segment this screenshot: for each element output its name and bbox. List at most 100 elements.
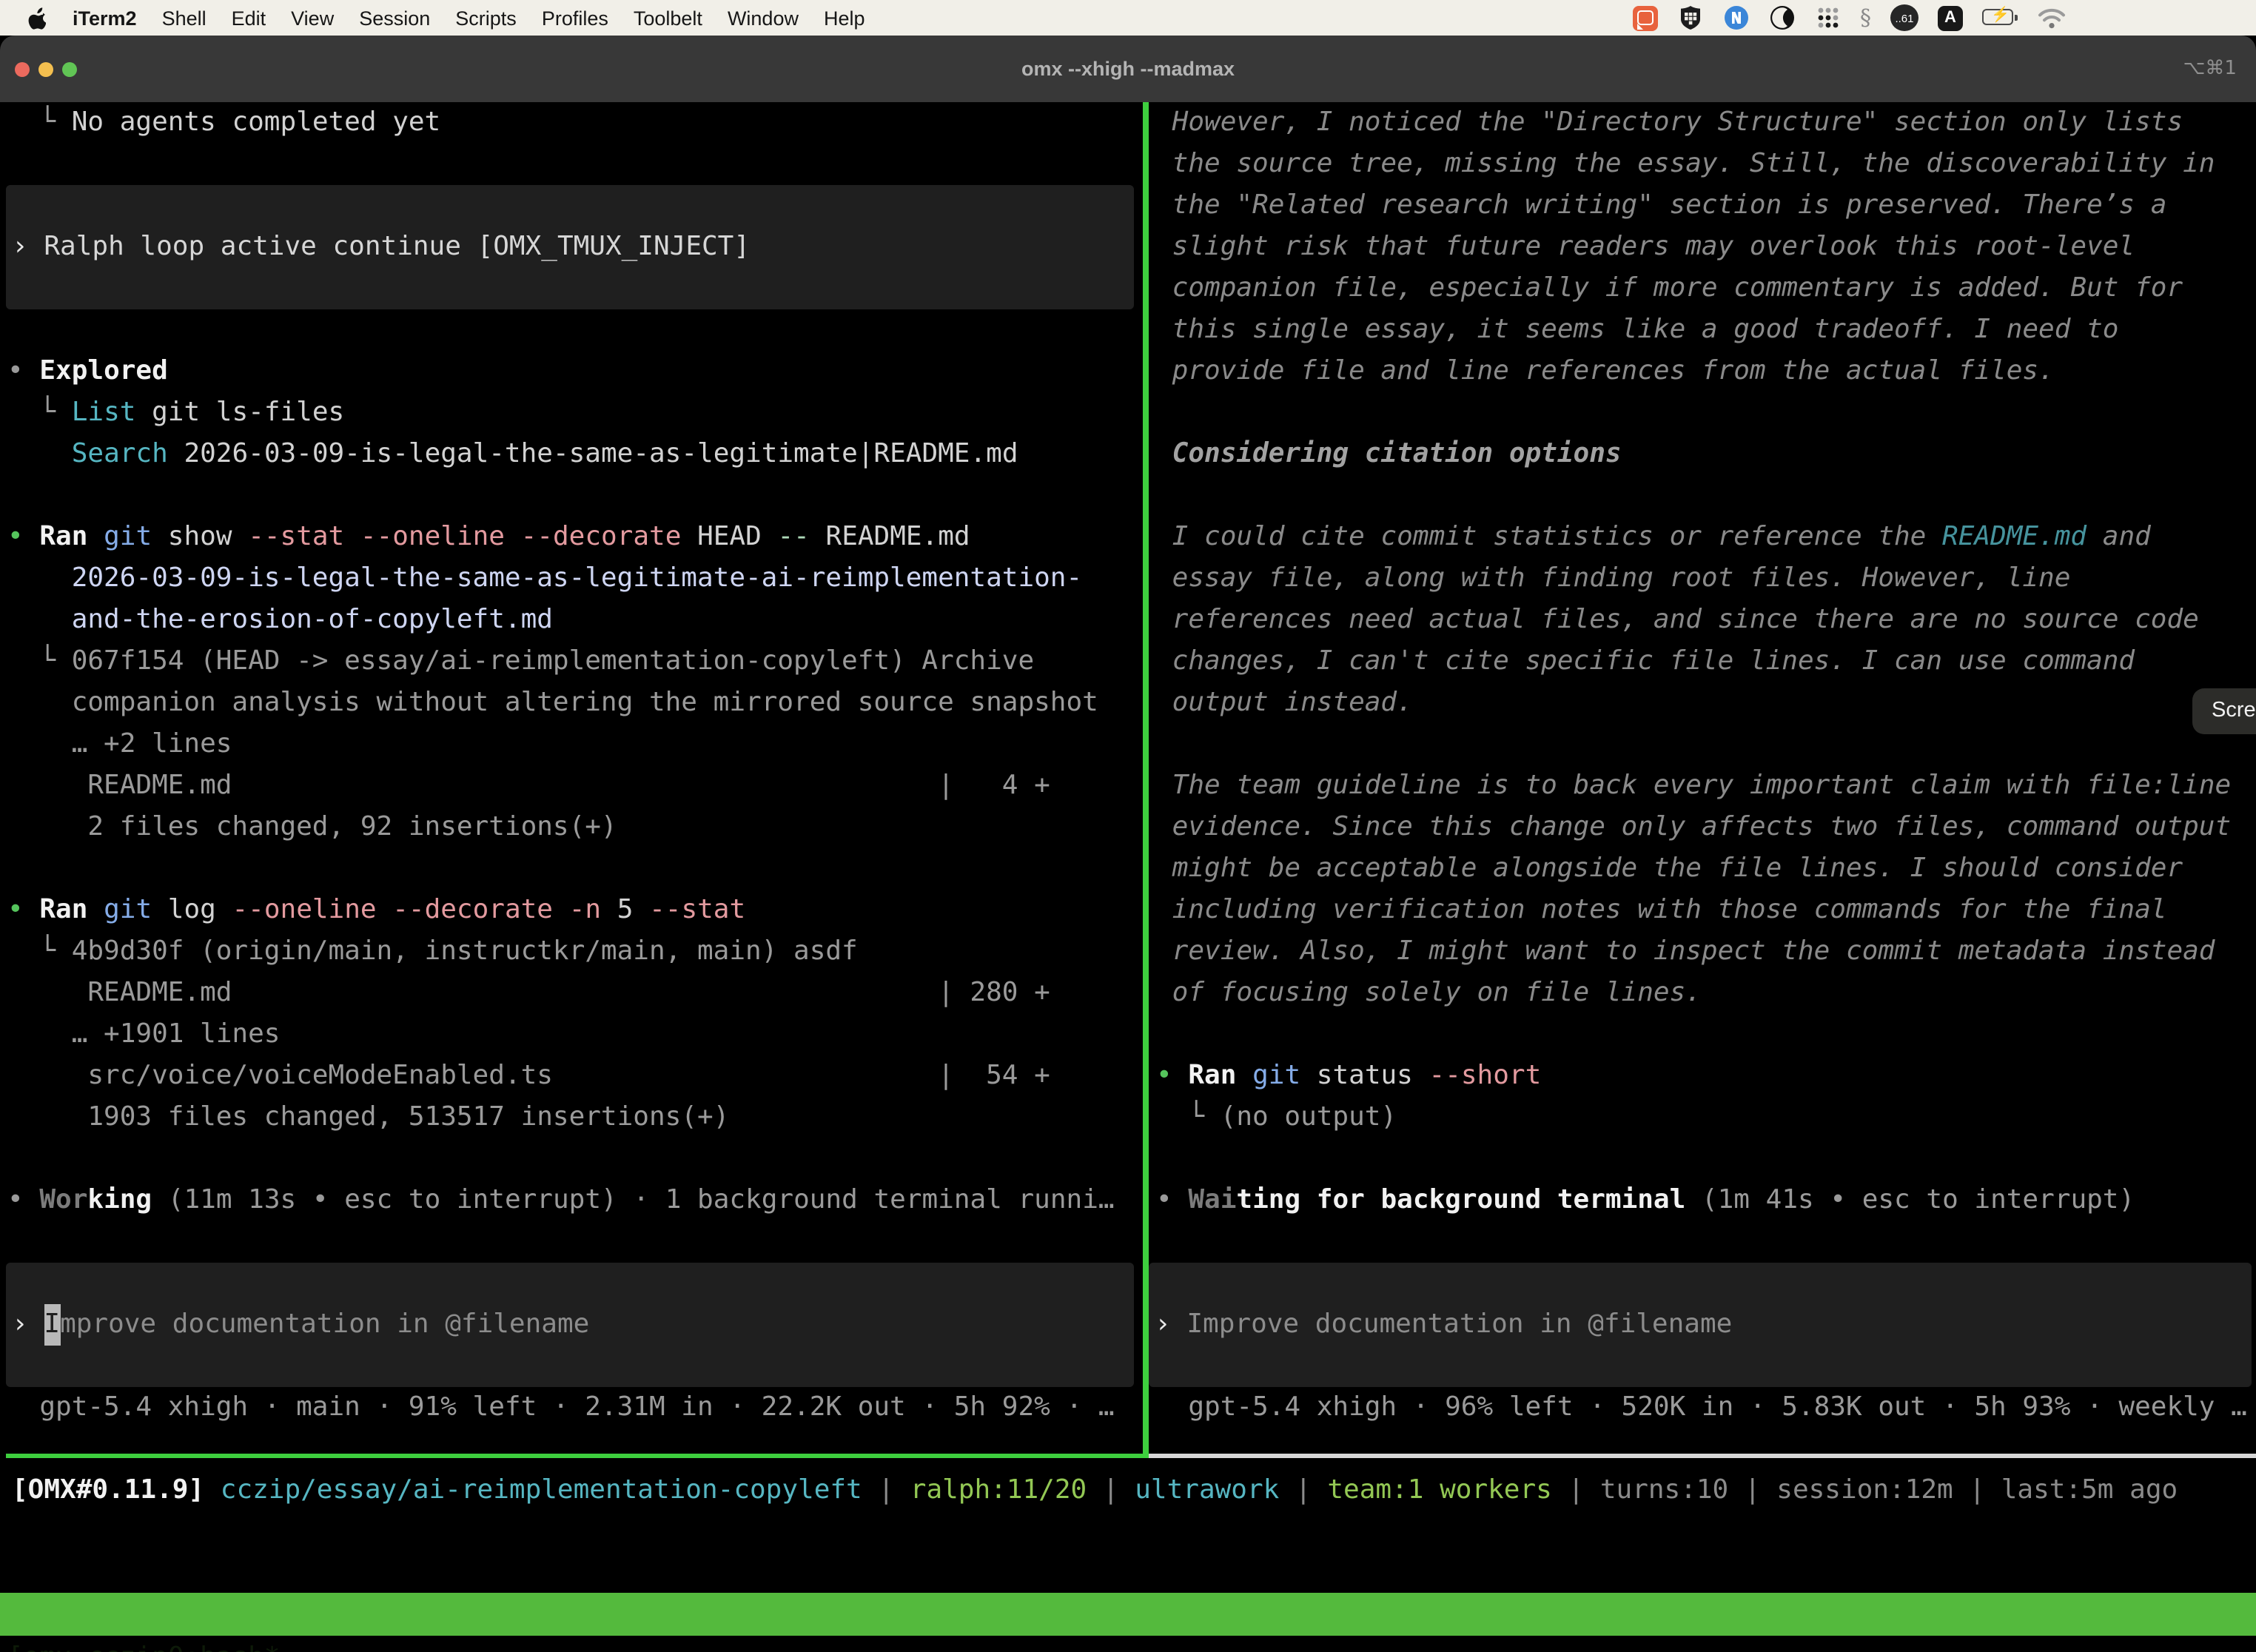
omx-status-segment: | bbox=[1552, 1474, 1600, 1505]
terminal-line: evidence. Since this change only affects… bbox=[1156, 807, 2256, 848]
right-pane-output: However, I noticed the "Directory Struct… bbox=[1156, 102, 2256, 1428]
terminal-line bbox=[1156, 475, 2256, 517]
terminal-line: • Explored bbox=[7, 351, 1144, 392]
text-cursor: I bbox=[44, 1304, 60, 1346]
menu-item-help[interactable]: Help bbox=[824, 7, 865, 29]
a-square-icon[interactable]: A bbox=[1938, 5, 1963, 30]
omx-status-segment: last:5m ago bbox=[2001, 1474, 2178, 1505]
window-title: omx --xhigh --madmax bbox=[0, 36, 2256, 102]
terminal-line: README.md | 4 + bbox=[7, 765, 1144, 807]
squiggle-icon[interactable]: § bbox=[1860, 4, 1871, 31]
dots-grid-icon[interactable] bbox=[1814, 4, 1841, 31]
terminal-line bbox=[1156, 1221, 2256, 1263]
terminal-line bbox=[7, 1221, 1144, 1263]
menu-item-iterm2[interactable]: iTerm2 bbox=[73, 7, 137, 29]
screen: iTerm2 Shell Edit View Session Scripts Profile… bbox=[0, 0, 2256, 1652]
terminal-line: • Waiting for background terminal (1m 41… bbox=[1156, 1180, 2256, 1221]
terminal-line bbox=[1156, 1138, 2256, 1180]
terminal-line: … +1901 lines bbox=[7, 1014, 1144, 1055]
terminal-line bbox=[7, 848, 1144, 890]
messages-icon[interactable] bbox=[1632, 5, 1657, 30]
omx-status-segment: ralph:11/20 bbox=[910, 1474, 1087, 1505]
terminal-line bbox=[1156, 1014, 2256, 1055]
shield-grid-icon[interactable] bbox=[1676, 4, 1703, 31]
menu-item-view[interactable]: View bbox=[291, 7, 334, 29]
omx-status-segment: | bbox=[1087, 1474, 1135, 1505]
window-shortcut-hint: ⌥⌘1 bbox=[2183, 36, 2237, 102]
terminal-line: the "Related research writing" section i… bbox=[1156, 185, 2256, 226]
prompt-placeholder: Improve documentation in @filename bbox=[1186, 1304, 1732, 1346]
terminal-line: output instead. bbox=[1156, 682, 2256, 724]
menu-item-window[interactable]: Window bbox=[728, 7, 799, 29]
right-pane-border bbox=[1149, 1454, 2256, 1458]
menu-item-session[interactable]: Session bbox=[359, 7, 430, 29]
menu-item-toolbelt[interactable]: Toolbelt bbox=[634, 7, 702, 29]
terminal-line bbox=[7, 475, 1144, 517]
prompt-input-right[interactable]: › Improve documentation in @filename bbox=[1149, 1263, 2252, 1387]
prompt-placeholder: mprove documentation in @filename bbox=[60, 1304, 589, 1346]
terminal-line bbox=[7, 1138, 1144, 1180]
omx-status-segment: | bbox=[862, 1474, 910, 1505]
terminal-line: Search 2026-03-09-is-legal-the-same-as-l… bbox=[7, 434, 1144, 475]
menu-item-edit[interactable]: Edit bbox=[232, 7, 266, 29]
terminal-line: of focusing solely on file lines. bbox=[1156, 973, 2256, 1014]
tmux-pane-divider[interactable] bbox=[1143, 102, 1149, 1458]
omx-status-segment: turns:10 bbox=[1600, 1474, 1728, 1505]
terminal-line: └ No agents completed yet bbox=[7, 102, 1144, 144]
terminal-line: essay file, along with finding root file… bbox=[1156, 558, 2256, 600]
wifi-icon[interactable] bbox=[2037, 7, 2067, 29]
omx-status-segment: cczip/essay/ai-reimplementation-copyleft bbox=[204, 1474, 862, 1505]
window-title-bar[interactable]: omx --xhigh --madmax ⌥⌘1 bbox=[0, 36, 2256, 102]
menu-item-shell[interactable]: Shell bbox=[162, 7, 207, 29]
terminal-line: the source tree, missing the essay. Stil… bbox=[1156, 144, 2256, 185]
battery-icon[interactable]: ⚡ bbox=[1982, 9, 2018, 27]
apple-icon[interactable] bbox=[25, 5, 46, 30]
terminal-line bbox=[1156, 724, 2256, 765]
terminal-line: 2 files changed, 92 insertions(+) bbox=[7, 807, 1144, 848]
terminal-line: slight risk that future readers may over… bbox=[1156, 226, 2256, 268]
tmux-session-window-tab[interactable]: [omx-cczip0:bash* bbox=[7, 1636, 280, 1652]
omx-status-segment: [OMX#0.11.9] bbox=[12, 1474, 204, 1505]
terminal-line: review. Also, I might want to inspect th… bbox=[1156, 931, 2256, 973]
terminal-area[interactable]: └ No agents completed yet • Explored └ Li… bbox=[0, 102, 2256, 1652]
menu-items: iTerm2 Shell Edit View Session Scripts Profile… bbox=[73, 7, 865, 29]
menu-item-scripts[interactable]: Scripts bbox=[455, 7, 517, 29]
terminal-line: • Working (11m 13s • esc to interrupt) ·… bbox=[7, 1180, 1144, 1221]
omx-status-bar: [OMX#0.11.9] cczip/essay/ai-reimplementa… bbox=[12, 1470, 2178, 1511]
prompt-chevron: › bbox=[1155, 1304, 1186, 1346]
terminal-line: └ (no output) bbox=[1156, 1097, 2256, 1138]
right-terminal-pane[interactable]: However, I noticed the "Directory Struct… bbox=[1149, 102, 2256, 1458]
menu-item-profiles[interactable]: Profiles bbox=[542, 7, 608, 29]
prompt-input-left[interactable]: › Improve documentation in @filename bbox=[6, 1263, 1134, 1387]
terminal-line: However, I noticed the "Directory Struct… bbox=[1156, 102, 2256, 144]
terminal-line: gpt-5.4 xhigh · main · 91% left · 2.31M … bbox=[7, 1387, 1144, 1428]
prompt-chevron: › bbox=[12, 226, 44, 268]
terminal-line: src/voice/voiceModeEnabled.ts | 54 + bbox=[7, 1055, 1144, 1097]
blue-lightning-badge-icon[interactable] bbox=[1722, 4, 1749, 31]
prompt-chevron: › bbox=[12, 1304, 44, 1346]
terminal-line: Considering citation options bbox=[1156, 434, 2256, 475]
terminal-line: 2026-03-09-is-legal-the-same-as-legitima… bbox=[7, 558, 1144, 600]
left-pane-border bbox=[6, 1454, 1144, 1458]
terminal-line: README.md | 280 + bbox=[7, 973, 1144, 1014]
terminal-line: provide file and line references from th… bbox=[1156, 351, 2256, 392]
percent-badge-icon[interactable]: ..61 bbox=[1890, 4, 1918, 31]
terminal-line: and-the-erosion-of-copyleft.md bbox=[7, 600, 1144, 641]
terminal-line: changes, I can't cite specific file line… bbox=[1156, 641, 2256, 682]
terminal-line: references need actual files, and since … bbox=[1156, 600, 2256, 641]
terminal-line: └ List git ls-files bbox=[7, 392, 1144, 434]
omx-status-segment: ultrawork bbox=[1135, 1474, 1279, 1505]
terminal-line: └ 067f154 (HEAD -> essay/ai-reimplementa… bbox=[7, 641, 1144, 682]
terminal-line: └ 4b9d30f (origin/main, instructkr/main,… bbox=[7, 931, 1144, 973]
history-prompt-row: › Ralph loop active continue [OMX_TMUX_I… bbox=[6, 185, 1134, 309]
terminal-line bbox=[7, 144, 1144, 185]
omx-status-segment: team:1 workers bbox=[1327, 1474, 1551, 1505]
terminal-line: companion analysis without altering the … bbox=[7, 682, 1144, 724]
screen-share-overlay-button[interactable]: Scre bbox=[2192, 688, 2256, 734]
history-prompt-text: Ralph loop active continue [OMX_TMUX_INJ… bbox=[44, 226, 750, 268]
arc-browser-icon[interactable] bbox=[1768, 4, 1795, 31]
terminal-line: companion file, especially if more comme… bbox=[1156, 268, 2256, 309]
left-terminal-pane[interactable]: └ No agents completed yet • Explored └ Li… bbox=[0, 102, 1144, 1458]
omx-status-segment: | bbox=[1279, 1474, 1327, 1505]
macos-menu-bar: iTerm2 Shell Edit View Session Scripts Profile… bbox=[0, 0, 2256, 36]
